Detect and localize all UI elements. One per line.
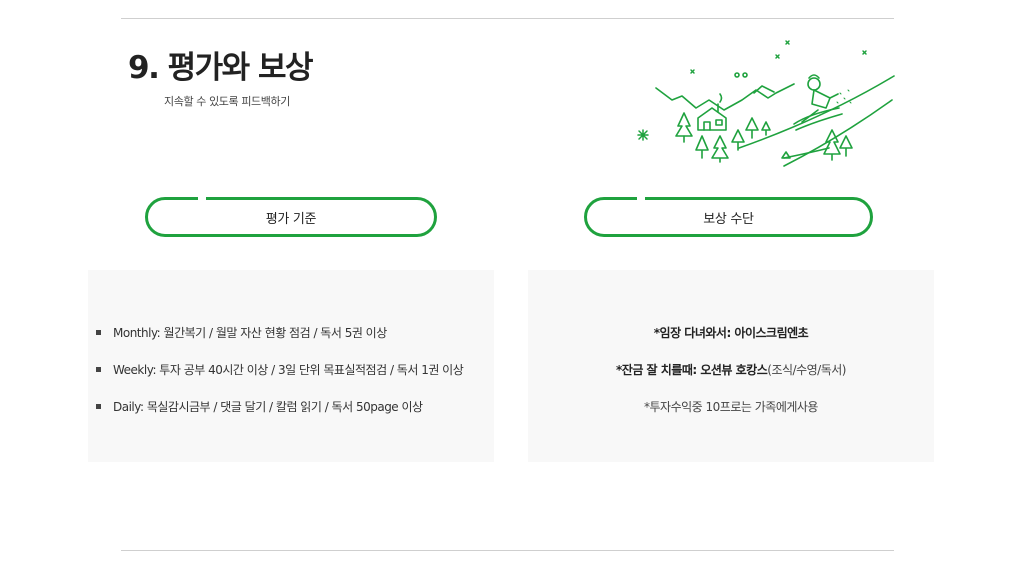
- square-bullet-icon: [96, 404, 101, 409]
- square-bullet-icon: [96, 330, 101, 335]
- evaluation-criteria-header: 평가 기준: [145, 196, 437, 237]
- criterion-weekly: Weekly: 투자 공부 40시간 이상 / 3일 단위 목표실적점검 / 독…: [113, 363, 464, 377]
- border-gap: [637, 196, 645, 202]
- reward-item: *투자수익중 10프로는 가족에게사용: [528, 397, 934, 416]
- list-item: Weekly: 투자 공부 40시간 이상 / 3일 단위 목표실적점검 / 독…: [96, 360, 464, 379]
- reward-item: *임장 다녀와서: 아이스크림엔초: [528, 323, 934, 342]
- criterion-monthly: Monthly: 월간복기 / 월말 자산 현황 점검 / 독서 5권 이상: [113, 326, 387, 340]
- slide-title: 9. 평가와 보상: [128, 50, 314, 86]
- evaluation-criteria-label: 평가 기준: [265, 211, 317, 227]
- reward-family-share: *투자수익중 10프로는 가족에게사용: [644, 400, 818, 414]
- reward-site-visit: *임장 다녀와서: 아이스크림엔초: [653, 326, 809, 340]
- border-gap: [198, 196, 206, 202]
- reward-balance-payment-detail: (조식/수영/독서): [767, 363, 846, 377]
- bottom-divider: [121, 550, 894, 551]
- slide-subtitle: 지속할 수 있도록 피드백하기: [164, 95, 290, 108]
- winter-sledding-illustration-icon: [637, 40, 895, 167]
- list-item: Daily: 목실감시금부 / 댓글 달기 / 칼럼 읽기 / 독서 50pag…: [96, 397, 463, 416]
- evaluation-list: Monthly: 월간복기 / 월말 자산 현황 점검 / 독서 5권 이상 W…: [96, 323, 464, 434]
- reward-list: *임장 다녀와서: 아이스크림엔초 *잔금 잘 치를때: 오션뷰 호캉스 (조식…: [528, 323, 934, 434]
- reward-item: *잔금 잘 치를때: 오션뷰 호캉스 (조식/수영/독서): [528, 360, 934, 379]
- reward-balance-payment: *잔금 잘 치를때: 오션뷰 호캉스: [616, 363, 768, 377]
- reward-means-label: 보상 수단: [703, 211, 754, 227]
- reward-means-header: 보상 수단: [584, 196, 873, 237]
- square-bullet-icon: [96, 367, 101, 372]
- criterion-daily: Daily: 목실감시금부 / 댓글 달기 / 칼럼 읽기 / 독서 50pag…: [113, 400, 423, 414]
- list-item: Monthly: 월간복기 / 월말 자산 현황 점검 / 독서 5권 이상: [96, 323, 463, 342]
- reward-panel: *임장 다녀와서: 아이스크림엔초 *잔금 잘 치를때: 오션뷰 호캉스 (조식…: [528, 270, 934, 462]
- top-divider: [121, 18, 894, 19]
- evaluation-panel: Monthly: 월간복기 / 월말 자산 현황 점검 / 독서 5권 이상 W…: [88, 270, 494, 462]
